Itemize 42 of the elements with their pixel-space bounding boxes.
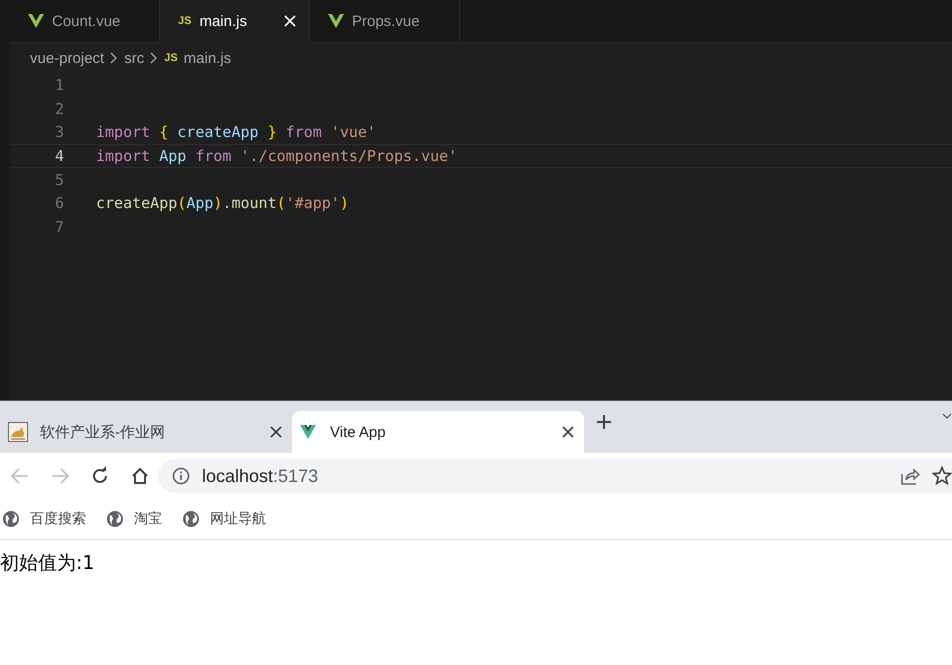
line-number: 1	[54, 76, 65, 94]
chevron-right-icon	[110, 52, 118, 64]
page-text: 初始值为:1	[0, 551, 94, 576]
globe-icon	[2, 510, 20, 528]
code-line: import { createApp } from 'vue'	[96, 123, 376, 142]
globe-icon	[182, 510, 200, 528]
chevron-right-icon	[150, 52, 158, 64]
close-icon[interactable]	[270, 426, 282, 438]
star-icon[interactable]	[932, 466, 952, 486]
address-bar[interactable]: localhost:5173	[158, 459, 952, 493]
code-line: createApp(App).mount('#app')	[96, 194, 349, 212]
chevron-down-icon[interactable]	[942, 413, 952, 421]
info-icon	[172, 467, 190, 485]
reload-icon[interactable]	[90, 466, 110, 486]
js-label: JS	[178, 15, 192, 27]
share-icon[interactable]	[900, 466, 920, 486]
line-number: 2	[54, 100, 65, 118]
vue-icon	[300, 424, 318, 440]
line-number: 7	[54, 218, 65, 236]
home-icon[interactable]	[130, 466, 150, 486]
editor-tab[interactable]: Props.vue	[310, 0, 460, 42]
editor-tab[interactable]: JS main.js	[160, 0, 310, 43]
js-label: JS	[164, 52, 178, 64]
bookmark[interactable]: 网址导航	[182, 510, 266, 528]
line-number: 4	[54, 146, 65, 165]
bookmark[interactable]: 百度搜索	[2, 510, 86, 528]
code-line: import App from './components/Props.vue'	[96, 146, 458, 165]
line-number: 5	[54, 170, 65, 189]
line-number: 3	[54, 123, 65, 142]
vue-icon	[28, 13, 44, 29]
line-number: 6	[54, 194, 65, 212]
browser-tab[interactable]: 软件产业系-作业网	[0, 411, 292, 453]
breadcrumb-item[interactable]: main.js	[184, 50, 232, 66]
cat-icon	[8, 422, 28, 442]
breadcrumb-item[interactable]: src	[124, 50, 144, 66]
close-icon[interactable]	[562, 426, 574, 438]
browser-tab[interactable]: Vite App	[292, 411, 584, 453]
globe-icon	[106, 510, 124, 528]
breadcrumb-item[interactable]: vue-project	[30, 50, 104, 66]
vue-icon	[328, 13, 344, 29]
new-tab-icon[interactable]	[596, 414, 612, 430]
bookmark[interactable]: 淘宝	[106, 510, 162, 528]
